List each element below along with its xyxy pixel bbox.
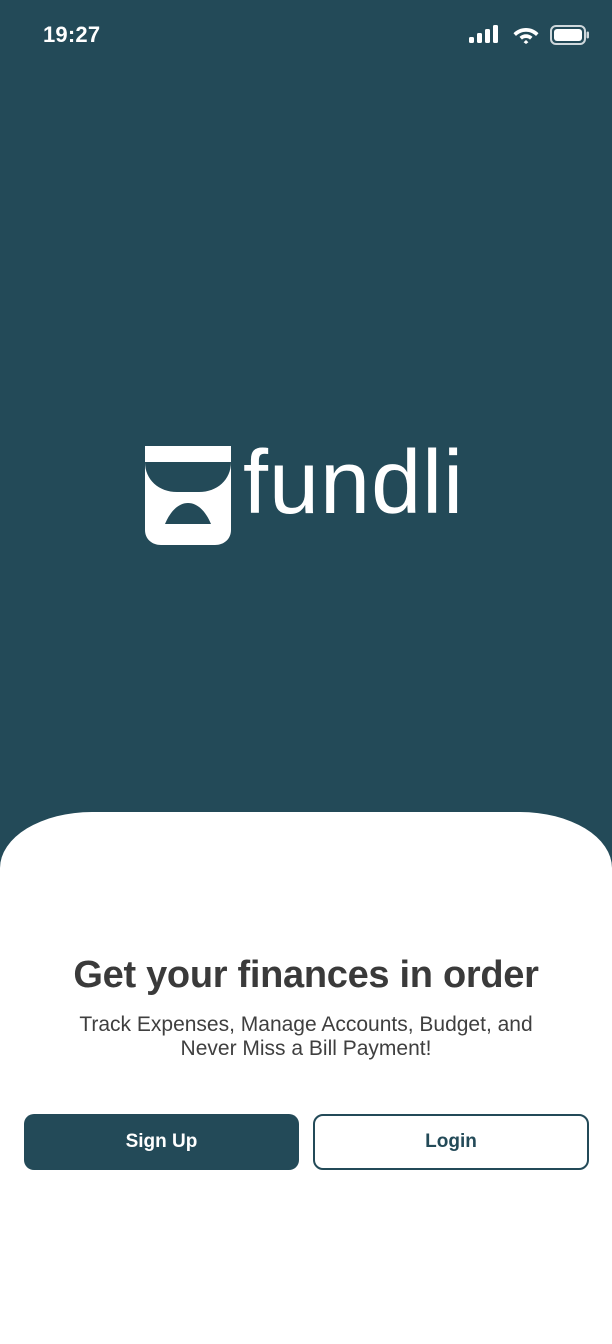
brand-logo: fundli	[145, 438, 475, 546]
brand-name: fundli	[243, 433, 465, 533]
splash-screen: 19:27 fundli Get your finances in order …	[0, 0, 612, 1344]
welcome-sheet	[0, 812, 612, 1344]
wifi-icon	[513, 28, 539, 44]
welcome-headline: Get your finances in order	[73, 954, 539, 996]
login-label: Login	[425, 1131, 477, 1152]
battery-icon	[550, 25, 589, 45]
login-button[interactable]: Login	[313, 1114, 589, 1170]
welcome-subtitle: Track Expenses, Manage Accounts, Budget,…	[30, 1013, 582, 1061]
sign-up-label: Sign Up	[125, 1131, 198, 1152]
cellular-signal-icon	[469, 25, 498, 43]
status-time: 19:27	[43, 22, 101, 47]
subtitle-line-2: Never Miss a Bill Payment!	[180, 1037, 432, 1060]
status-bar: 19:27	[0, 0, 612, 74]
sign-up-button[interactable]: Sign Up	[24, 1114, 299, 1170]
wallet-icon	[145, 446, 231, 545]
subtitle-line-1: Track Expenses, Manage Accounts, Budget,…	[79, 1013, 533, 1036]
